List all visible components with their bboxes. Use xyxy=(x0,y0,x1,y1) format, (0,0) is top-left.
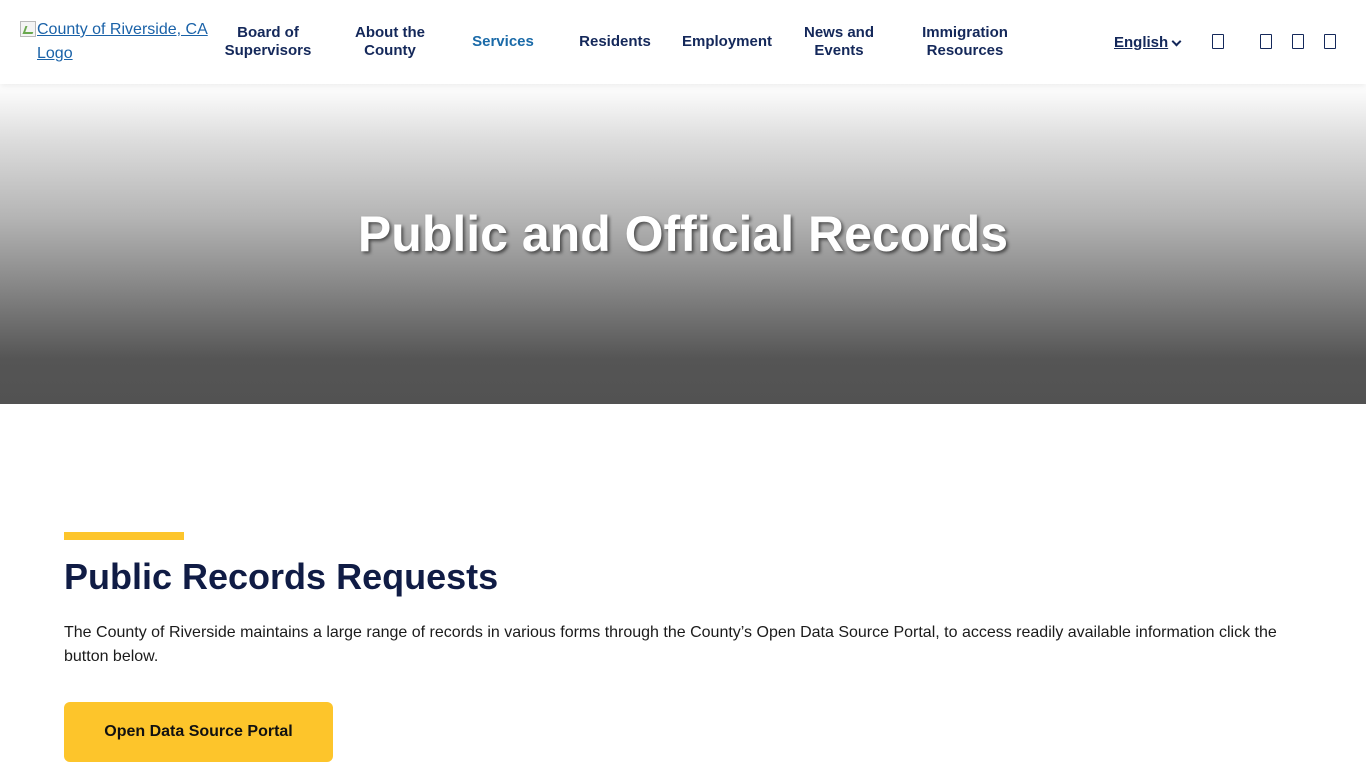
nav-label-line2: Events xyxy=(814,42,864,59)
section-description: The County of Riverside maintains a larg… xyxy=(64,624,1277,665)
nav-item-news-and-events[interactable]: News and Events xyxy=(796,0,882,84)
site-header: County of Riverside, CA Logo Board of Sup… xyxy=(0,0,1366,84)
broken-image-icon xyxy=(20,21,36,37)
nav-item-about-the-county[interactable]: About the County xyxy=(344,0,436,84)
nav-item-employment[interactable]: Employment xyxy=(674,0,780,84)
social-icon[interactable] xyxy=(1324,34,1336,49)
search-icon[interactable] xyxy=(1212,34,1224,49)
nav-label-line2: Supervisors xyxy=(224,42,312,59)
chevron-down-icon xyxy=(1172,38,1180,46)
nav-label-line1: News and xyxy=(803,24,875,41)
language-label: English xyxy=(1114,33,1169,51)
nav-label-line2: County xyxy=(364,42,416,59)
nav-item-board-of-supervisors[interactable]: Board of Supervisors xyxy=(222,0,314,84)
county-logo-link[interactable]: County of Riverside, CA Logo xyxy=(20,18,215,66)
logo-alt-text: County of Riverside, CA Logo xyxy=(37,21,208,62)
nav-label: Residents xyxy=(579,33,651,50)
open-data-portal-button[interactable]: Open Data Source Portal xyxy=(64,702,333,762)
nav-item-residents[interactable]: Residents xyxy=(572,0,658,84)
nav-item-services[interactable]: Services xyxy=(464,0,542,84)
hero-banner: Public and Official Records xyxy=(0,84,1366,404)
page-title: Public and Official Records xyxy=(357,206,1009,262)
social-icon[interactable] xyxy=(1292,34,1304,49)
section-title: Public Records Requests xyxy=(64,556,499,597)
nav-label: Employment xyxy=(681,33,772,50)
nav-label-line1: About the xyxy=(355,24,425,41)
nav-label-line1: Board of xyxy=(237,24,299,41)
nav-label-line2: Resources xyxy=(926,42,1004,59)
language-selector[interactable]: English xyxy=(1114,31,1180,53)
nav-label: Services xyxy=(472,33,534,50)
nav-item-immigration-resources[interactable]: Immigration Resources xyxy=(912,0,1018,84)
section-accent-bar xyxy=(64,532,184,540)
nav-label-line1: Immigration xyxy=(922,24,1008,41)
social-icon[interactable] xyxy=(1260,34,1272,49)
